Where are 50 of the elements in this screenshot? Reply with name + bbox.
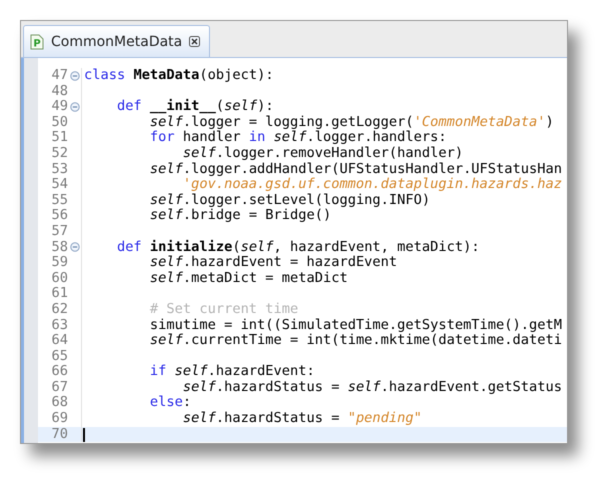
line-number: 69 <box>50 411 68 427</box>
code-line: self.hazardEvent = hazardEvent <box>150 255 398 271</box>
line-number: 61 <box>50 286 68 302</box>
line-number: 63 <box>50 318 68 334</box>
line-number: 52 <box>50 146 68 162</box>
code-line: self.currentTime = int(time.mktime(datetime.dateti <box>150 333 562 349</box>
fold-icon[interactable] <box>70 242 80 252</box>
line-number: 54 <box>50 177 68 193</box>
line-number: 53 <box>50 162 68 178</box>
code-line: self.metaDict = metaDict <box>150 270 348 286</box>
code-line: else: <box>150 395 192 412</box>
text-cursor <box>83 428 85 442</box>
line-number: 62 <box>50 302 68 318</box>
fold-icon[interactable] <box>70 70 80 81</box>
code-line: def initialize(self, hazardEvent, metaDict): <box>116 240 480 256</box>
close-icon[interactable] <box>189 36 200 47</box>
code-line: self.bridge = Bridge() <box>150 208 332 224</box>
code-line: self.logger.setLevel(logging.INFO) <box>150 192 430 208</box>
line-number: 56 <box>50 208 68 224</box>
code-line: self.logger.addHandler(UFStatusHandler.UFStatusHan <box>150 162 562 178</box>
line-number: 55 <box>50 192 68 208</box>
line-number: 51 <box>50 130 68 146</box>
editor-tab[interactable]: P CommonMetaData <box>23 25 210 57</box>
code-line: for handler in self.logger.handlers: <box>150 130 447 146</box>
code-line: self.logger.removeHandler(handler) <box>182 146 464 162</box>
code-line: simutime = int((SimulatedTime.getSystemTime().getM <box>150 318 562 334</box>
code-line: # Set current time <box>150 302 298 318</box>
line-number: 65 <box>50 348 68 364</box>
line-number: 50 <box>50 114 68 130</box>
code-line: class MetaData(object): <box>84 68 274 84</box>
line-number: 66 <box>50 364 68 380</box>
code-line: 'gov.noaa.gsd.uf.common.dataplugin.hazards.haz <box>182 177 562 193</box>
code-line: def __init__(self): <box>116 99 274 115</box>
line-number: 58 <box>50 240 68 256</box>
line-number: 64 <box>50 333 68 349</box>
line-number: 59 <box>50 255 68 271</box>
code-line: self.hazardStatus = "pending" <box>182 411 422 427</box>
code-line: if self.hazardEvent: <box>150 364 315 380</box>
line-number: 48 <box>50 84 68 100</box>
code-line: self.logger = logging.getLogger('CommonMetaData') <box>150 114 554 130</box>
line-number: 68 <box>50 395 68 412</box>
line-number: 57 <box>50 224 68 240</box>
line-number: 70 <box>50 426 68 442</box>
line-number: 60 <box>50 270 68 286</box>
line-number: 47 <box>50 68 68 84</box>
file-icon: P <box>30 34 44 50</box>
line-number: 49 <box>50 99 68 115</box>
code-line: self.hazardStatus = self.hazardEvent.getStatus <box>182 380 562 396</box>
fold-icon[interactable] <box>70 102 80 112</box>
line-number: 67 <box>50 380 68 396</box>
